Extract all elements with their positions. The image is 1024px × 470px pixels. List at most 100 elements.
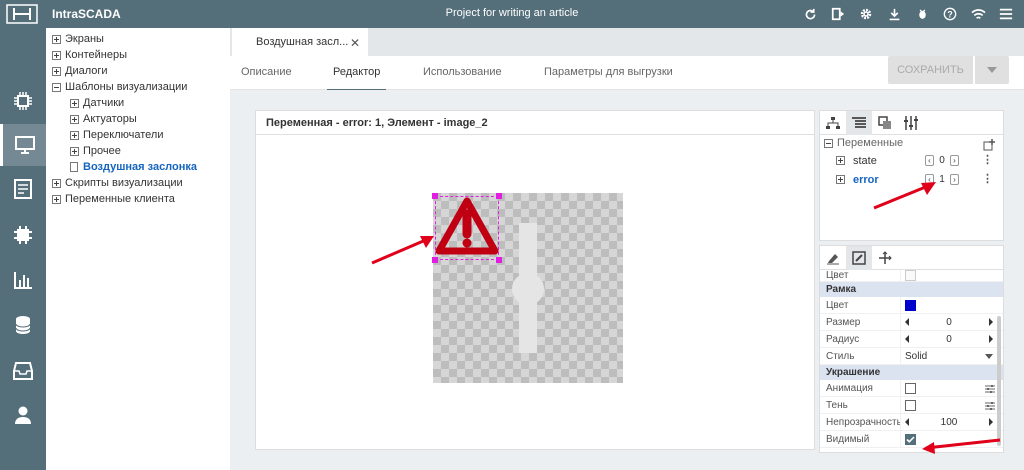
tab-layers[interactable] <box>872 111 898 135</box>
tree-item[interactable]: Прочее <box>46 143 230 159</box>
tab-usage[interactable]: Использование <box>423 66 502 78</box>
property-label: Видимый <box>826 433 870 445</box>
increment-button[interactable]: › <box>950 174 959 185</box>
help-icon[interactable]: ? <box>942 6 958 22</box>
tab-style[interactable] <box>820 246 846 270</box>
more-options-icon[interactable]: ⋮ <box>982 172 993 185</box>
menu-icon[interactable] <box>998 6 1014 22</box>
tab-export-params[interactable]: Параметры для выгрузки <box>544 66 673 78</box>
tab-editor[interactable]: Редактор <box>326 66 387 91</box>
selected-element-image2[interactable] <box>432 193 502 263</box>
property-label: Стиль <box>826 350 855 362</box>
gear-icon[interactable] <box>858 6 874 22</box>
expand-icon[interactable] <box>52 50 61 60</box>
file-tab[interactable]: Воздушная засл... ✕ <box>232 28 368 56</box>
expand-icon[interactable] <box>52 194 61 204</box>
wifi-icon[interactable] <box>970 6 986 22</box>
chevron-down-icon <box>985 353 993 359</box>
tab-variables[interactable] <box>846 111 872 135</box>
tab-properties[interactable] <box>846 246 872 270</box>
expand-icon[interactable] <box>70 114 79 124</box>
expand-icon[interactable] <box>52 34 61 44</box>
color-swatch[interactable] <box>905 299 916 311</box>
damper-axis[interactable] <box>512 273 544 305</box>
checkbox[interactable] <box>905 382 916 394</box>
tab-description[interactable]: Описание <box>241 66 292 78</box>
checkbox[interactable] <box>905 399 916 411</box>
nav-database[interactable] <box>0 304 46 346</box>
sliders-icon[interactable] <box>985 401 995 411</box>
bug-icon[interactable] <box>914 6 930 22</box>
increment-button[interactable]: › <box>950 155 959 166</box>
tree-item[interactable]: Экраны <box>46 31 230 47</box>
number-stepper[interactable]: 0 <box>905 317 1003 328</box>
tree-item[interactable]: Контейнеры <box>46 47 230 63</box>
tree-item[interactable]: Воздушная заслонка <box>46 159 230 175</box>
resize-handle[interactable] <box>432 193 438 199</box>
close-icon[interactable]: ✕ <box>350 36 360 50</box>
expand-icon[interactable] <box>52 178 61 188</box>
property-label: Радиус <box>826 333 860 345</box>
nav-chip[interactable] <box>0 80 46 122</box>
variable-row[interactable]: state ‹ 0 › ⋮ <box>820 151 1003 170</box>
resize-handle[interactable] <box>496 193 502 199</box>
save-dropdown-button[interactable] <box>975 56 1009 84</box>
expand-icon[interactable] <box>52 66 61 76</box>
download-icon[interactable] <box>886 6 902 22</box>
decrement-button[interactable]: ‹ <box>925 155 934 166</box>
tree-item-label: Датчики <box>83 97 125 109</box>
tab-position[interactable] <box>872 246 898 270</box>
tree-item-label: Прочее <box>83 145 121 157</box>
properties-scrollbar[interactable] <box>997 316 1001 446</box>
tree-item[interactable]: Актуаторы <box>46 111 230 127</box>
resize-handle[interactable] <box>496 257 502 263</box>
tree-item[interactable]: Шаблоны визуализации <box>46 79 230 95</box>
chart-icon <box>14 272 32 289</box>
decrement-icon[interactable] <box>905 418 909 426</box>
decrement-icon[interactable] <box>905 335 909 343</box>
tablet-icon[interactable] <box>830 6 846 22</box>
tab-settings[interactable] <box>898 111 924 135</box>
expand-icon[interactable] <box>70 130 79 140</box>
sliders-icon[interactable] <box>985 384 995 394</box>
number-stepper[interactable]: 100 <box>905 417 1003 428</box>
increment-icon[interactable] <box>989 335 993 343</box>
tab-tree[interactable] <box>820 111 846 135</box>
tree-icon <box>826 117 840 129</box>
annotation-arrow-icon <box>922 438 1001 454</box>
expand-icon[interactable] <box>70 146 79 156</box>
property-label: Цвет <box>826 299 849 311</box>
variable-stepper[interactable]: ‹ 0 › <box>925 155 959 167</box>
prop-row-color-top: Цвет <box>820 270 1003 282</box>
expand-icon[interactable] <box>836 175 845 184</box>
increment-icon[interactable] <box>989 318 993 326</box>
document-icon[interactable] <box>70 162 78 172</box>
expand-icon[interactable] <box>836 156 845 165</box>
tree-item[interactable]: Переключатели <box>46 127 230 143</box>
collapse-icon[interactable] <box>52 82 61 92</box>
number-stepper[interactable]: 0 <box>905 334 1003 345</box>
refresh-icon[interactable] <box>802 6 818 22</box>
user-icon <box>15 406 31 424</box>
add-variable-icon[interactable] <box>983 139 995 151</box>
nav-components[interactable] <box>0 214 46 256</box>
nav-charts[interactable] <box>0 259 46 301</box>
tree-item[interactable]: Переменные клиента <box>46 191 230 207</box>
save-button[interactable]: СОХРАНИТЬ <box>888 56 973 84</box>
color-swatch[interactable] <box>905 270 916 281</box>
tree-item[interactable]: Скрипты визуализации <box>46 175 230 191</box>
more-options-icon[interactable]: ⋮ <box>982 153 993 166</box>
tree-item[interactable]: Диалоги <box>46 63 230 79</box>
nav-screens[interactable] <box>0 124 46 166</box>
expand-icon[interactable] <box>70 98 79 108</box>
collapse-icon[interactable] <box>824 138 833 148</box>
nav-documents[interactable] <box>0 168 46 210</box>
increment-icon[interactable] <box>989 418 993 426</box>
decrement-icon[interactable] <box>905 318 909 326</box>
style-select[interactable]: Solid <box>905 351 1003 362</box>
template-canvas[interactable] <box>432 193 623 383</box>
tree-item[interactable]: Датчики <box>46 95 230 111</box>
checkbox[interactable] <box>905 433 916 445</box>
nav-archive[interactable] <box>0 350 46 392</box>
nav-users[interactable] <box>0 394 46 436</box>
